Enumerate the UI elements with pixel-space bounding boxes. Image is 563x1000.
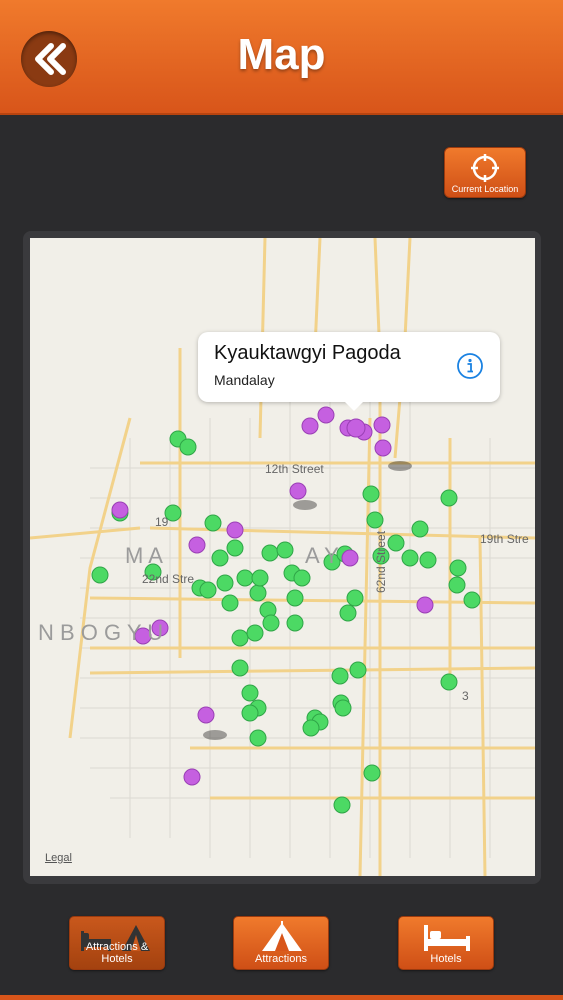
tab-hotels[interactable]: Hotels (398, 916, 494, 970)
footer-bar (0, 995, 563, 1000)
callout-subtitle: Mandalay (214, 372, 275, 388)
map-label-road: 3 (462, 689, 469, 703)
tab-label: Attractions & Hotels (85, 941, 149, 965)
tab-label: Attractions (255, 953, 307, 965)
tab-attractions[interactable]: Attractions (233, 916, 329, 970)
current-location-label: Current Location (451, 184, 519, 194)
map-label-12th: 12th Street (265, 462, 324, 476)
map-label-area-c: N B O G Y U (38, 620, 163, 645)
tent-icon (262, 921, 302, 951)
legal-link[interactable]: Legal (45, 852, 72, 864)
map-label-area-a: M A (125, 543, 163, 568)
callout-title: Kyauktawgyi Pagoda (214, 342, 401, 364)
map-label-22nd: 22nd Stre (142, 572, 194, 586)
pin-callout[interactable]: Kyauktawgyi Pagoda Mandalay (198, 332, 500, 411)
tab-label: Hotels (430, 953, 462, 965)
current-location-button[interactable]: Current Location (444, 147, 526, 198)
map-label-area-b: A Y (305, 543, 339, 568)
tab-attractions-hotels[interactable]: Attractions & Hotels (69, 916, 165, 970)
map-view[interactable]: 12th Street 19th Stre 19 22nd Stre 3 M A… (30, 238, 535, 876)
page-title: Map (237, 30, 326, 79)
info-icon[interactable] (456, 352, 484, 380)
map-label-19th: 19th Stre (480, 532, 529, 546)
header-bar: Map (0, 0, 563, 115)
crosshair-icon (471, 154, 499, 182)
bed-icon (424, 925, 470, 951)
callout-tail (344, 401, 364, 411)
map-label-62nd: 62nd Street (374, 530, 388, 593)
map-label-19: 19 (155, 515, 169, 529)
